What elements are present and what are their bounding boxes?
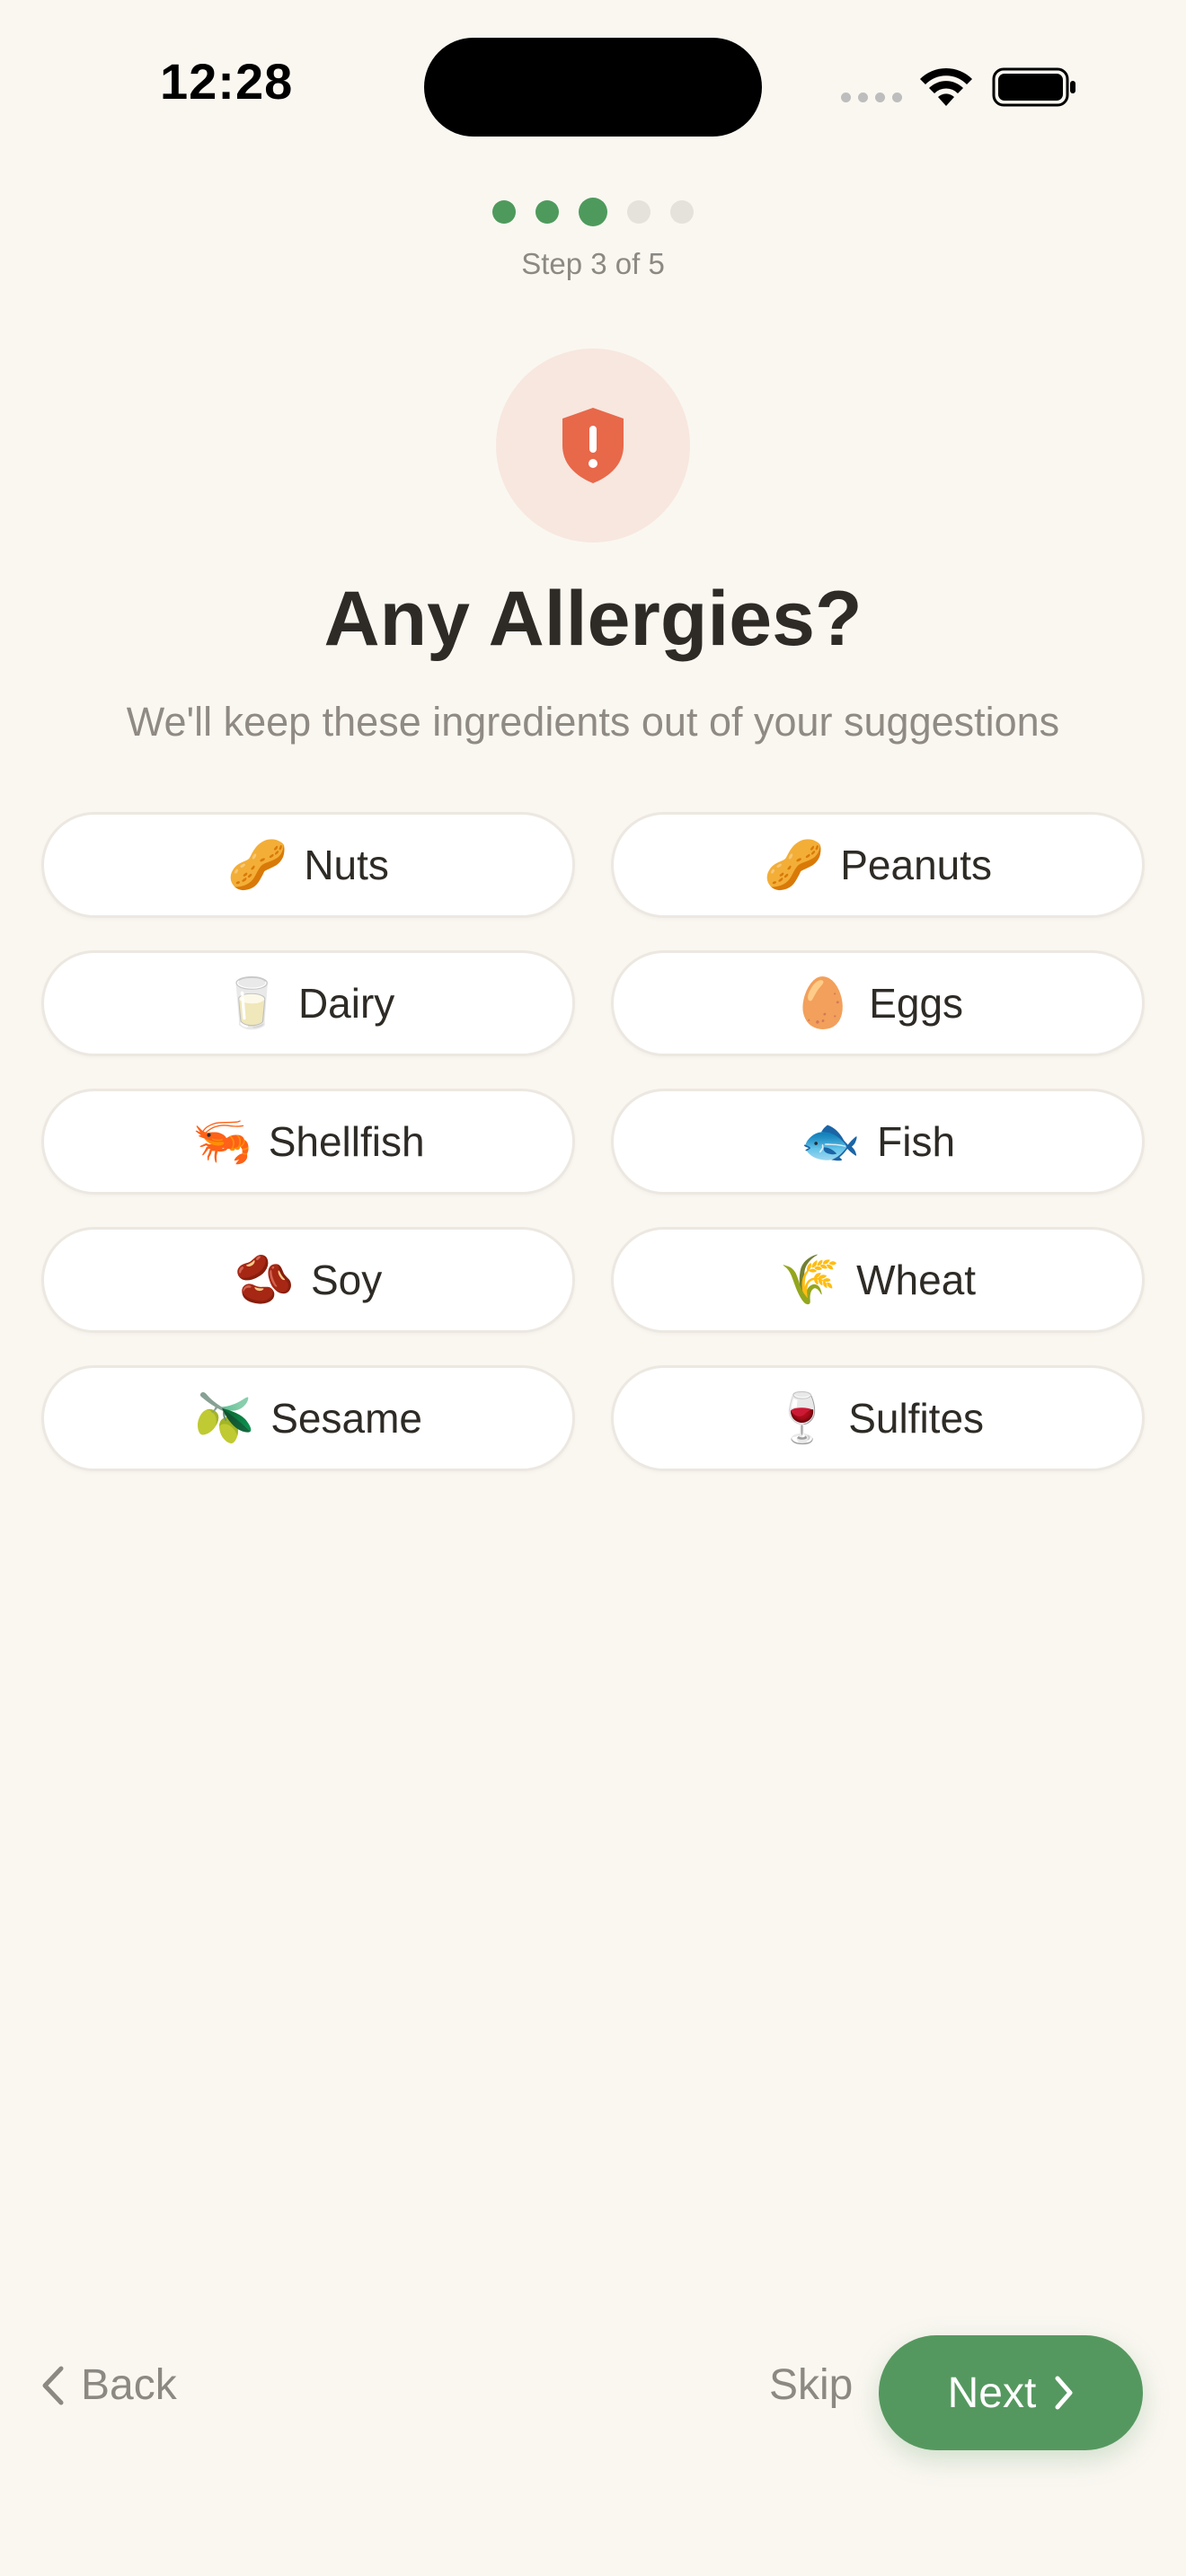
milk-glass-icon: 🥛 xyxy=(221,975,282,1031)
cellular-signal-icon xyxy=(841,93,902,102)
allergen-label: Dairy xyxy=(297,980,395,1027)
allergen-option-sulfites[interactable]: 🍷 Sulfites xyxy=(611,1365,1145,1471)
wheat-icon: 🌾 xyxy=(779,1251,841,1308)
dynamic-island xyxy=(424,38,762,137)
allergen-label: Eggs xyxy=(869,980,964,1027)
progress-dot xyxy=(627,200,651,224)
step-label: Step 3 of 5 xyxy=(521,247,665,280)
allergen-label: Wheat xyxy=(856,1257,977,1303)
allergen-option-soy[interactable]: 🫘 Soy xyxy=(41,1227,575,1333)
allergen-option-sesame[interactable]: 🫒 Sesame xyxy=(41,1365,575,1471)
allergen-label: Soy xyxy=(310,1257,383,1303)
allergen-option-dairy[interactable]: 🥛 Dairy xyxy=(41,950,575,1056)
allergen-option-shellfish[interactable]: 🦐 Shellfish xyxy=(41,1089,575,1195)
shield-exclamation-icon xyxy=(562,408,624,483)
allergen-option-nuts[interactable]: 🥜 Nuts xyxy=(41,812,575,918)
allergen-label: Sulfites xyxy=(848,1395,985,1442)
back-label: Back xyxy=(81,2361,177,2409)
progress-indicator xyxy=(0,198,1186,226)
allergen-grid: 🥜 Nuts 🥜 Peanuts 🥛 Dairy 🥚 Eggs 🦐 Shellf… xyxy=(41,812,1145,1471)
progress-dot xyxy=(535,200,559,224)
next-button[interactable]: Next xyxy=(879,2335,1143,2450)
allergen-label: Sesame xyxy=(270,1395,422,1442)
allergen-label: Nuts xyxy=(304,842,389,888)
chevron-left-icon xyxy=(42,2366,64,2404)
beans-icon: 🫘 xyxy=(234,1251,295,1308)
status-time: 12:28 xyxy=(160,53,294,110)
allergen-label: Peanuts xyxy=(840,842,993,888)
skip-button[interactable]: Skip xyxy=(769,2360,853,2410)
page-title: Any Allergies? xyxy=(323,576,863,662)
wifi-icon xyxy=(920,67,972,106)
allergen-option-peanuts[interactable]: 🥜 Peanuts xyxy=(611,812,1145,918)
egg-icon: 🥚 xyxy=(792,975,854,1031)
peanut-icon: 🥜 xyxy=(227,836,288,893)
battery-icon xyxy=(992,67,1075,107)
chevron-right-icon xyxy=(1055,2376,1073,2410)
olive-icon: 🫒 xyxy=(194,1389,255,1446)
allergen-option-eggs[interactable]: 🥚 Eggs xyxy=(611,950,1145,1056)
shrimp-icon: 🦐 xyxy=(191,1113,252,1169)
allergen-label: Fish xyxy=(877,1118,956,1165)
allergen-option-fish[interactable]: 🐟 Fish xyxy=(611,1089,1145,1195)
progress-dot xyxy=(670,200,694,224)
progress-dot xyxy=(492,200,516,224)
progress-dot-current xyxy=(579,198,607,226)
back-button[interactable]: Back xyxy=(41,2360,177,2410)
page-subtitle: We'll keep these ingredients out of your… xyxy=(126,699,1060,745)
allergen-label: Shellfish xyxy=(268,1118,425,1165)
next-label: Next xyxy=(947,2369,1037,2417)
hero-icon-circle xyxy=(496,348,690,543)
wine-glass-icon: 🍷 xyxy=(771,1389,833,1446)
peanut-icon: 🥜 xyxy=(763,836,825,893)
allergen-option-wheat[interactable]: 🌾 Wheat xyxy=(611,1227,1145,1333)
fish-icon: 🐟 xyxy=(800,1113,862,1169)
